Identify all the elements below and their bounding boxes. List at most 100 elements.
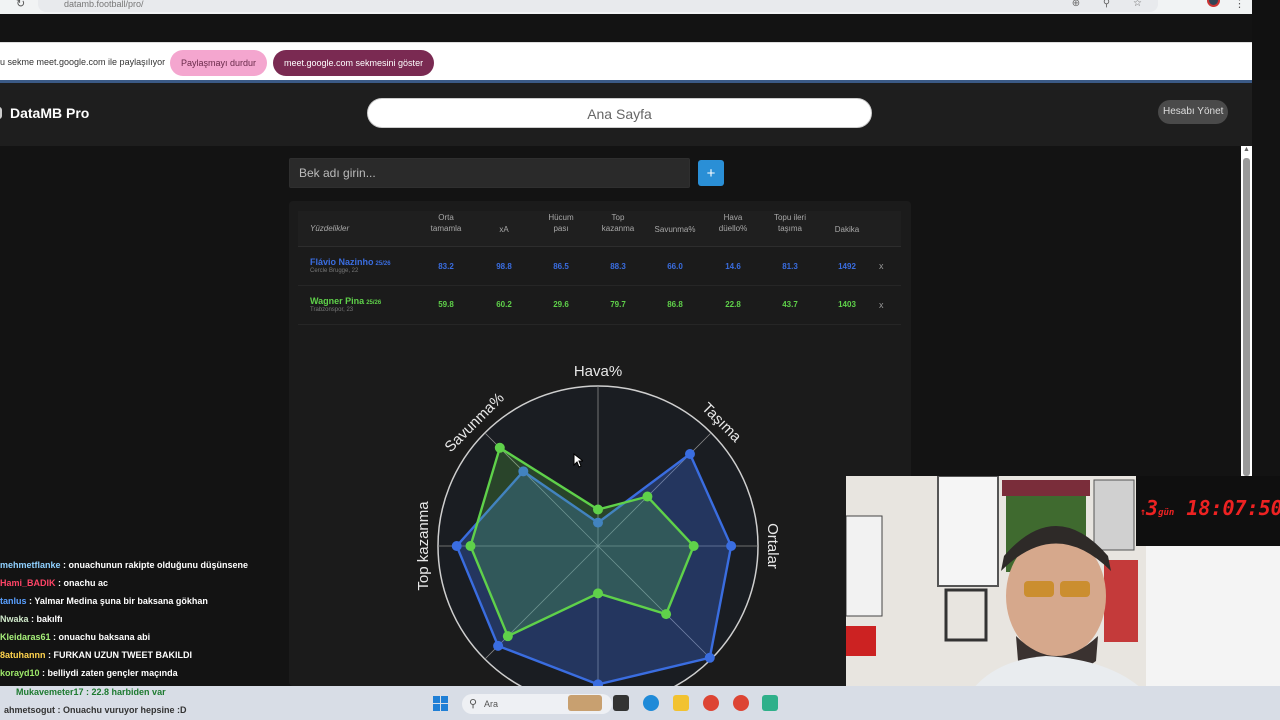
tab-sharing-bar: u sekme meet.google.com ile paylaşılıyor… (0, 42, 1252, 80)
header-cross-completion: Orta tamamla (430, 213, 462, 233)
chat-username[interactable]: Kleidaras61 (0, 632, 51, 642)
countdown-timer: ↑3gün 18:07:50 (1140, 496, 1280, 520)
radar-chart: Hava%TaşımaOrtalarTop kazanmaSavunma% (415, 363, 781, 686)
chat-username[interactable]: korayd10 (0, 668, 40, 678)
cell-value: 86.8 (667, 300, 683, 309)
brand-title[interactable]: DataMB Pro (10, 105, 89, 121)
player-name-input[interactable]: Bek adı girin... (289, 158, 690, 188)
radar-data-point (493, 640, 504, 651)
cell-value: 86.5 (553, 262, 569, 271)
chat-message: onuachunun rakipte olduğunu düşünsene (68, 560, 249, 570)
address-bar[interactable]: datamb.football/pro/ (38, 0, 1158, 12)
cell-value: 29.6 (553, 300, 569, 309)
sharing-message: u sekme meet.google.com ile paylaşılıyor (0, 57, 166, 67)
chat-message: Yalmar Medina şuna bir baksana gökhan (34, 596, 208, 606)
header-minutes: Dakika (834, 225, 860, 234)
chat-line: Mukavemeter17 : 22.8 harbiden var (16, 687, 166, 697)
manage-account-button[interactable]: Hesabı Yönet (1158, 100, 1229, 124)
app-icon[interactable] (762, 695, 778, 711)
profile-avatar[interactable] (1207, 0, 1220, 7)
radar-data-point (726, 541, 737, 551)
cell-value: 60.2 (496, 300, 512, 309)
radar-data-point (502, 631, 513, 642)
cell-value: 88.3 (610, 262, 626, 271)
menu-icon[interactable]: ⋮ (1234, 0, 1245, 10)
mouse-cursor-icon (573, 453, 583, 468)
windows-taskbar: ⚲ Ara (0, 686, 1280, 720)
player-name[interactable]: Flávio Nazinho 25/26 (310, 257, 391, 267)
stream-chat-overlay: mehmetflanke : onuachunun rakipte olduğu… (0, 556, 300, 682)
cell-value: 81.3 (782, 262, 798, 271)
chat-line: tanlus : Yalmar Medina şuna bir baksana … (0, 596, 208, 606)
chat-line: Hami_BADIK : onachu ac (0, 578, 109, 588)
player-club: Cercle Brugge, 22 (310, 268, 359, 274)
chat-username[interactable]: Nwaka (0, 614, 29, 624)
radar-data-point (642, 491, 653, 502)
home-nav-button[interactable]: Ana Sayfa (367, 98, 872, 128)
cell-value: 1492 (838, 262, 856, 271)
browser-tool-icons[interactable]: ⊕ ⚲ ☆ (1072, 0, 1152, 9)
remove-player-button[interactable]: x (879, 261, 884, 271)
chat-username[interactable]: tanlus (0, 596, 27, 606)
cell-value: 1403 (838, 300, 856, 309)
app-header: DataMB Pro Ana Sayfa Hesabı Yönet (0, 83, 1252, 146)
task-view-icon[interactable] (613, 695, 629, 711)
cell-value: 98.8 (496, 262, 512, 271)
chrome-icon[interactable] (703, 695, 719, 711)
cell-value: 43.7 (782, 300, 798, 309)
widgets-icon[interactable] (568, 695, 602, 711)
radar-data-point (465, 541, 476, 551)
window-edge (1252, 0, 1280, 80)
cell-value: 66.0 (667, 262, 683, 271)
stop-sharing-button[interactable]: Paylaşmayı durdur (170, 50, 268, 76)
header-xa: xA (499, 225, 509, 234)
cell-value: 79.7 (610, 300, 626, 309)
chat-message: onuachu baksana abi (58, 632, 151, 642)
header-percentiles: Yüzdelikler (310, 224, 350, 233)
radar-axis-label: Ortalar (764, 523, 781, 569)
chat-line: korayd10 : belliydi zaten gençler maçınd… (0, 668, 178, 678)
radar-data-point (593, 504, 603, 515)
chat-message: belliydi zaten gençler maçında (47, 668, 178, 678)
chat-username[interactable]: 8atuhannn (0, 650, 46, 660)
reload-icon[interactable]: ↻ (16, 0, 25, 10)
edge-icon[interactable] (643, 695, 659, 711)
radar-axis-label: Top kazanma (415, 501, 432, 591)
player-club: Trabzonspor, 23 (310, 307, 354, 313)
radar-data-point (661, 609, 672, 620)
header-progressive-carry: Topu ileri taşıma (773, 213, 806, 233)
search-icon: ⚲ (469, 698, 478, 710)
cell-value: 22.8 (725, 300, 741, 309)
radar-data-point (593, 588, 603, 599)
windows-start-icon[interactable] (433, 696, 448, 711)
radar-data-point (684, 449, 695, 460)
radar-data-point (494, 442, 505, 453)
file-explorer-icon[interactable] (673, 695, 689, 711)
chat-line: ahmetsogut : Onuachu vuruyor hepsine :D (4, 705, 187, 715)
add-player-button[interactable]: + (698, 160, 724, 186)
chat-username[interactable]: Hami_BADIK (0, 578, 56, 588)
header-ball-recovery: Top kazanma (601, 213, 635, 233)
cell-value: 14.6 (725, 262, 741, 271)
chat-message: onachu ac (63, 578, 109, 588)
chat-line: Kleidaras61 : onuachu baksana abi (0, 632, 151, 642)
chrome-icon[interactable] (733, 695, 749, 711)
scroll-up-icon[interactable]: ▲ (1241, 146, 1252, 156)
browser-toolbar: ↻ datamb.football/pro/ ⊕ ⚲ ☆ ⋮ (0, 0, 1252, 14)
header-attacking-pass: Hücum pası (548, 213, 574, 233)
header-aerial-duel: Hava düello% (718, 213, 748, 233)
radar-data-point (704, 652, 715, 663)
chat-line: Nwaka : bakılfı (0, 614, 63, 624)
chat-line: 8atuhannn : FURKAN UZUN TWEET BAKILDI (0, 650, 193, 660)
cell-value: 59.8 (438, 300, 454, 309)
radar-data-point (451, 541, 462, 551)
header-defense: Savunma% (654, 225, 696, 234)
scrollbar-thumb[interactable] (1243, 158, 1250, 476)
remove-player-button[interactable]: x (879, 300, 884, 310)
chat-username[interactable]: mehmetflanke (0, 560, 61, 570)
show-meet-tab-button[interactable]: meet.google.com sekmesini göster (273, 50, 435, 76)
radar-axis-label: Hava% (574, 363, 622, 380)
player-name[interactable]: Wagner Pina 25/26 (310, 296, 381, 306)
chat-line: mehmetflanke : onuachunun rakipte olduğu… (0, 560, 249, 570)
cell-value: 83.2 (438, 262, 454, 271)
